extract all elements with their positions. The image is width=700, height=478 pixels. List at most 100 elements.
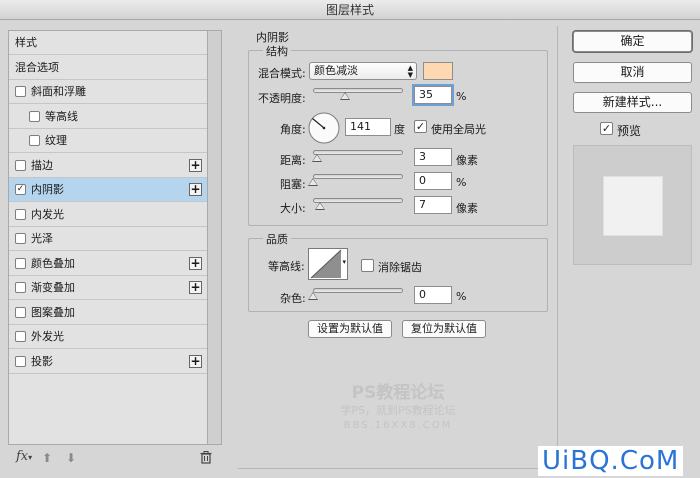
style-item-label: 等高线	[45, 109, 78, 123]
choke-slider[interactable]	[313, 174, 403, 179]
opacity-slider-thumb[interactable]	[339, 92, 350, 100]
style-item-label: 描边	[31, 158, 53, 172]
opacity-input[interactable]: 35	[414, 86, 452, 104]
noise-slider[interactable]	[313, 288, 403, 293]
move-up-icon[interactable]: ⬆	[42, 451, 52, 465]
cancel-button[interactable]: 取消	[573, 62, 692, 83]
anti-alias-label: 消除锯齿	[378, 261, 422, 274]
move-down-icon[interactable]: ⬇	[66, 451, 76, 465]
style-item-label: 渐变叠加	[31, 281, 75, 294]
size-unit: 像素	[456, 202, 478, 215]
new-style-button[interactable]: 新建样式...	[573, 92, 692, 113]
noise-slider-thumb[interactable]	[308, 292, 318, 300]
distance-unit: 像素	[456, 154, 478, 167]
size-slider[interactable]	[313, 198, 403, 203]
style-checkbox[interactable]	[15, 331, 26, 342]
contour-label: 等高线:	[268, 260, 305, 273]
style-item-label: 外发光	[31, 330, 64, 343]
style-item[interactable]: 图案叠加	[9, 301, 207, 325]
style-checkbox[interactable]	[15, 159, 26, 171]
style-checkbox[interactable]	[15, 282, 26, 293]
blend-mode-select[interactable]: 颜色减淡 ▲ ▼	[309, 62, 417, 80]
style-checkbox[interactable]	[29, 110, 40, 122]
choke-label: 阻塞:	[280, 178, 306, 191]
angle-dial-icon[interactable]	[308, 112, 340, 147]
style-checkbox[interactable]	[15, 306, 26, 318]
anti-alias-checkbox[interactable]	[361, 259, 374, 272]
style-item[interactable]: 描边 +	[9, 154, 207, 178]
opacity-slider[interactable]	[313, 88, 403, 93]
contour-picker[interactable]: ▾	[308, 248, 348, 280]
style-item[interactable]: 斜面和浮雕	[9, 80, 207, 104]
opacity-unit: %	[456, 90, 467, 103]
style-checkbox[interactable]	[15, 208, 26, 220]
style-item[interactable]: 渐变叠加 +	[9, 276, 207, 300]
style-list-scrollbar[interactable]	[208, 30, 222, 445]
choke-input[interactable]: 0	[414, 172, 452, 190]
distance-slider-thumb[interactable]	[312, 154, 322, 162]
watermark-subtitle: 学PS，就到PS教程论坛	[340, 404, 456, 417]
style-item[interactable]: ✓ 内阴影 +	[9, 178, 207, 202]
noise-label: 杂色:	[280, 292, 306, 305]
panel-bottom-edge	[238, 468, 558, 469]
style-item-label: 图案叠加	[31, 305, 75, 319]
fx-icon[interactable]: fx▾	[16, 449, 32, 464]
style-item[interactable]: 外发光	[9, 325, 207, 349]
blend-mode-label: 混合模式:	[258, 67, 306, 80]
style-list: 样式混合选项斜面和浮雕等高线纹理描边 + ✓ 内阴影 + 内发光 光泽颜色叠加 + 渐变叠加 + 图…	[8, 30, 208, 445]
style-item[interactable]: 光泽	[9, 227, 207, 251]
distance-input[interactable]: 3	[414, 148, 452, 166]
style-item[interactable]: 纹理	[9, 129, 207, 153]
global-light-label: 使用全局光	[431, 123, 486, 136]
size-slider-thumb[interactable]	[315, 202, 325, 210]
style-checkbox[interactable]	[15, 355, 26, 367]
style-item-label: 混合选项	[15, 60, 59, 74]
style-item-label: 颜色叠加	[31, 256, 75, 270]
set-default-button[interactable]: 设置为默认值	[308, 320, 392, 338]
style-checkbox[interactable]: ✓	[15, 184, 26, 195]
noise-input[interactable]: 0	[414, 286, 452, 304]
structure-title: 结构	[263, 43, 291, 59]
ok-button[interactable]: 确定	[573, 31, 692, 52]
angle-unit: 度	[394, 123, 405, 136]
style-item-label: 内阴影	[31, 183, 64, 196]
style-item-label: 斜面和浮雕	[31, 85, 86, 98]
angle-label: 角度:	[280, 123, 306, 136]
trash-icon[interactable]	[200, 451, 212, 467]
choke-slider-thumb[interactable]	[308, 178, 318, 186]
plus-icon[interactable]: +	[189, 281, 202, 294]
preview-thumbnail	[573, 145, 692, 265]
watermark-title: PS教程论坛	[351, 383, 445, 403]
quality-title: 品质	[263, 231, 291, 247]
plus-icon[interactable]: +	[189, 183, 202, 196]
window-title: 图层样式	[0, 0, 700, 20]
plus-icon[interactable]: +	[189, 158, 202, 172]
style-checkbox[interactable]	[15, 257, 26, 269]
reset-default-button[interactable]: 复位为默认值	[402, 320, 486, 338]
layer-style-dialog: 图层样式 样式 混合选项 斜面和浮雕 等高线 纹理 描边 + ✓ 内阴影 + 内发光 光泽 颜色叠加 + 渐…	[0, 0, 700, 478]
preview-swatch	[603, 176, 663, 236]
style-item[interactable]: 内发光	[9, 203, 207, 227]
shadow-color-swatch[interactable]	[423, 62, 453, 80]
style-item[interactable]: 等高线	[9, 105, 207, 129]
global-light-checkbox[interactable]: ✓	[414, 120, 427, 133]
style-checkbox[interactable]	[29, 135, 40, 146]
style-item[interactable]: 混合选项	[9, 56, 207, 80]
style-item[interactable]: 投影 +	[9, 350, 207, 374]
style-checkbox[interactable]	[15, 233, 26, 244]
style-list-footer: fx▾ ⬆ ⬇	[8, 448, 222, 470]
dropdown-arrows-icon: ▲ ▼	[407, 64, 413, 79]
chevron-down-icon: ▾	[342, 258, 346, 266]
style-checkbox[interactable]	[15, 86, 26, 97]
style-item[interactable]: 颜色叠加 +	[9, 252, 207, 276]
panel-right-edge	[557, 26, 558, 469]
style-item-label: 样式	[15, 36, 37, 49]
size-input[interactable]: 7	[414, 196, 452, 214]
contour-curve-icon	[310, 249, 342, 279]
style-item[interactable]: 样式	[9, 31, 207, 55]
angle-input[interactable]: 141	[345, 118, 391, 136]
plus-icon[interactable]: +	[189, 354, 202, 368]
plus-icon[interactable]: +	[189, 256, 202, 270]
distance-slider[interactable]	[313, 150, 403, 155]
preview-checkbox[interactable]: ✓	[600, 122, 613, 135]
